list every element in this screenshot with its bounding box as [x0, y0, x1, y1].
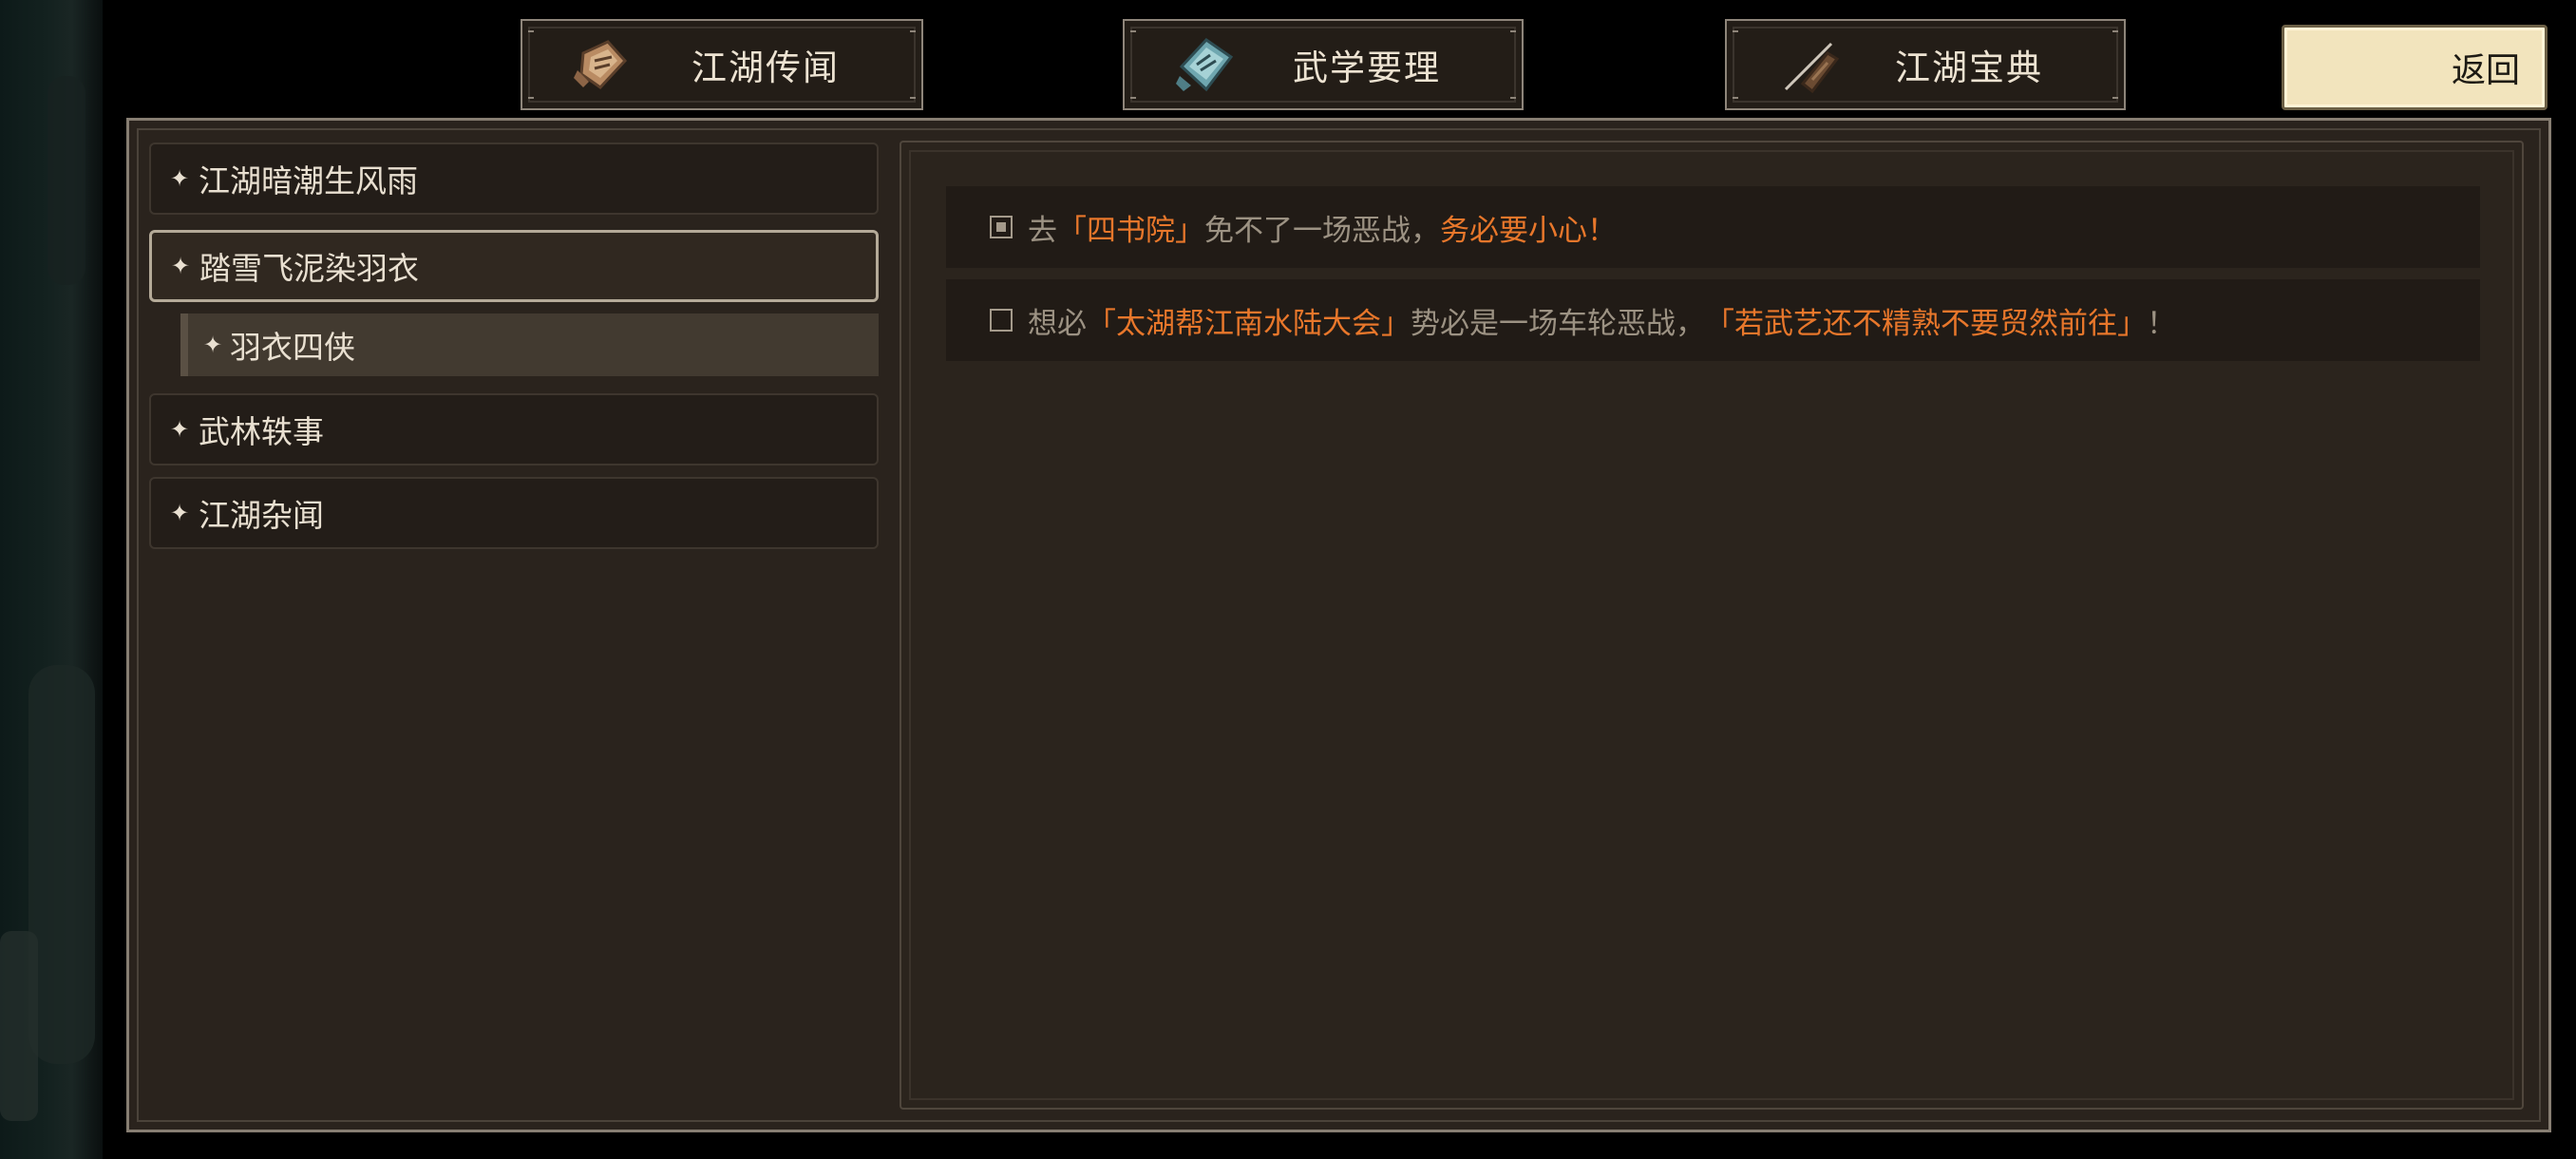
background-scenery — [0, 0, 103, 1159]
subcategory-item[interactable]: ✦ 羽衣四侠 — [180, 314, 879, 376]
quest-highlight: 「四书院」 — [1057, 213, 1204, 248]
category-label: 武林轶事 — [199, 413, 324, 450]
category-label: 踏雪飞泥染羽衣 — [199, 250, 419, 287]
tab-label: 武学要理 — [1293, 48, 1441, 88]
quest-text: 想必 — [1028, 306, 1087, 341]
quest-text: 免不了一场恶战， — [1204, 213, 1440, 248]
category-item-selected[interactable]: ✦ 踏雪飞泥染羽衣 — [149, 230, 879, 302]
star-bullet-icon: ✦ — [169, 500, 190, 526]
star-bullet-icon: ✦ — [169, 165, 190, 192]
back-button[interactable]: 返回 — [2282, 25, 2548, 110]
tab-label: 江湖传闻 — [691, 48, 840, 88]
background-rock — [47, 76, 85, 285]
category-label: 江湖杂闻 — [199, 497, 324, 534]
quest-checkbox-checked — [990, 216, 1013, 238]
category-item[interactable]: ✦ 江湖杂闻 — [149, 477, 879, 549]
quest-row[interactable]: 想必 「太湖帮江南水陆大会」 势必是一场车轮恶战， 「若武艺还不精熟不要贸然前往… — [946, 279, 2480, 361]
star-bullet-icon: ✦ — [170, 253, 191, 279]
tab-jianghu-rumors[interactable]: 江湖传闻 — [521, 19, 923, 110]
tab-label: 江湖宝典 — [1895, 48, 2043, 88]
quest-row[interactable]: 去 「四书院」 免不了一场恶战， 务必要小心！ — [946, 186, 2480, 268]
tab-jianghu-codex[interactable]: 江湖宝典 — [1725, 19, 2126, 110]
star-bullet-icon: ✦ — [202, 332, 223, 358]
category-label: 江湖暗潮生风雨 — [199, 162, 418, 200]
background-rock — [28, 665, 95, 1064]
background-rock — [0, 931, 38, 1121]
subcategory-label: 羽衣四侠 — [230, 329, 355, 366]
back-button-label: 返回 — [2451, 51, 2520, 90]
quest-highlight: 务必要小心！ — [1440, 213, 1617, 248]
quest-checkbox-unchecked — [990, 309, 1013, 332]
quest-text: 去 — [1028, 213, 1057, 248]
quest-text: 势必是一场车轮恶战， — [1411, 306, 1705, 341]
category-item[interactable]: ✦ 武林轶事 — [149, 393, 879, 466]
quest-highlight: 「若武艺还不精熟不要贸然前往」 — [1705, 306, 2147, 341]
quest-text: ！ — [2147, 306, 2176, 341]
tab-martial-principles[interactable]: 武学要理 — [1123, 19, 1524, 110]
quest-highlight: 「太湖帮江南水陆大会」 — [1087, 306, 1411, 341]
category-item[interactable]: ✦ 江湖暗潮生风雨 — [149, 142, 879, 215]
star-bullet-icon: ✦ — [169, 416, 190, 443]
